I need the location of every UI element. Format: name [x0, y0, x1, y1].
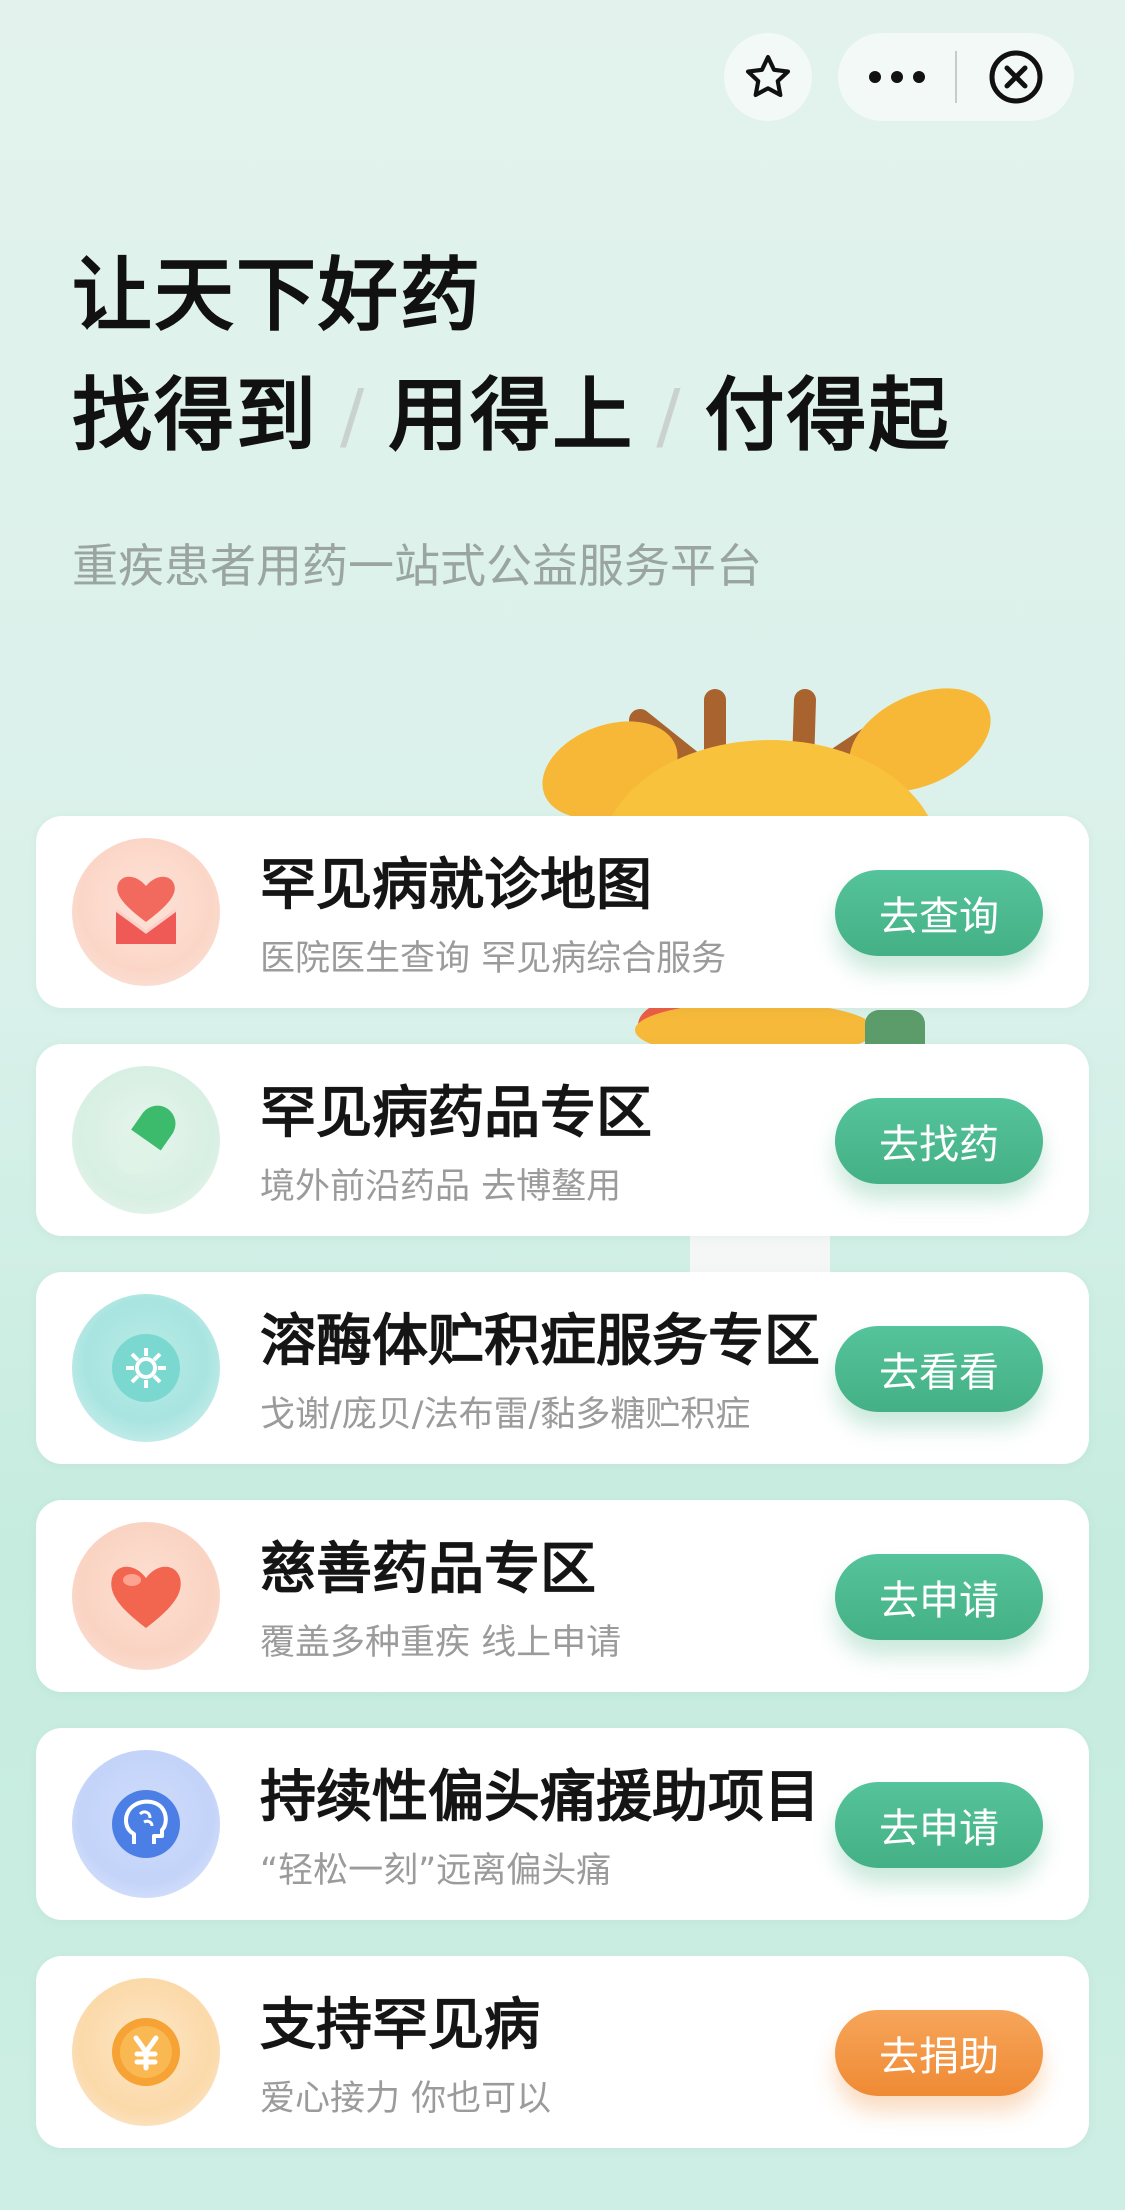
- deer-mascot-illustration: [542, 688, 991, 1355]
- service-desc: 覆盖多种重疾 线上申请: [260, 1623, 622, 1663]
- badge-charity-drugs: [72, 1522, 220, 1670]
- service-card-lysosomal[interactable]: 溶酶体贮积症服务专区 戈谢/庞贝/法布雷/黏多糖贮积症 去看看: [36, 1272, 1089, 1464]
- apply-charity-button[interactable]: 去申请: [835, 1554, 1043, 1640]
- badge-rare-disease-map: [72, 838, 220, 986]
- badge-migraine: [72, 1750, 220, 1898]
- cell-gear-icon: [112, 1334, 180, 1402]
- donate-button[interactable]: 去捐助: [835, 2010, 1043, 2096]
- page-subtitle: 重疾患者用药一站式公益服务平台: [72, 539, 762, 593]
- heart-icon: [111, 1566, 181, 1628]
- brain-head-icon: [112, 1790, 180, 1858]
- service-desc: 戈谢/庞贝/法布雷/黏多糖贮积症: [260, 1395, 751, 1435]
- headline-line1: 让天下好药: [72, 249, 482, 342]
- yen-coin-icon: [112, 2018, 180, 2086]
- badge-lysosomal: [72, 1294, 220, 1442]
- headline-line2: 找得到 / 用得上 / 付得起: [72, 366, 951, 466]
- headline-part-find: 找得到: [72, 369, 318, 462]
- service-card-rare-drugs[interactable]: 罕见病药品专区 境外前沿药品 去博鳌用 去找药: [36, 1044, 1089, 1236]
- query-button[interactable]: 去查询: [835, 870, 1043, 956]
- heart-envelope-icon: [115, 876, 177, 944]
- service-title: 溶酶体贮积症服务专区: [260, 1309, 820, 1374]
- service-desc: 境外前沿药品 去博鳌用: [260, 1167, 622, 1207]
- favorite-button[interactable]: [724, 33, 812, 121]
- close-circle-icon: [989, 50, 1042, 104]
- service-title: 罕见病药品专区: [260, 1081, 652, 1146]
- service-card-support[interactable]: 支持罕见病 爱心接力 你也可以 去捐助: [36, 1956, 1089, 2148]
- headline-part-afford: 付得起: [704, 369, 951, 462]
- capsule-pill-icon: [116, 1105, 176, 1175]
- service-title: 慈善药品专区: [260, 1537, 596, 1602]
- service-title: 罕见病就诊地图: [260, 853, 652, 918]
- service-desc: 爱心接力 你也可以: [260, 2079, 552, 2119]
- badge-support: [72, 1978, 220, 2126]
- service-card-migraine[interactable]: 持续性偏头痛援助项目 “轻松一刻”远离偏头痛 去申请: [36, 1728, 1089, 1920]
- star-icon: [746, 55, 790, 98]
- close-button[interactable]: [957, 33, 1074, 121]
- service-title: 持续性偏头痛援助项目: [260, 1765, 820, 1830]
- more-dots-icon: [868, 71, 925, 83]
- service-desc: “轻松一刻”远离偏头痛: [260, 1851, 612, 1891]
- headline-slash: /: [656, 374, 683, 458]
- service-card-charity-drugs[interactable]: 慈善药品专区 覆盖多种重疾 线上申请 去申请: [36, 1500, 1089, 1692]
- view-button[interactable]: 去看看: [835, 1326, 1043, 1412]
- headline-part-use: 用得上: [388, 369, 635, 462]
- badge-rare-drugs: [72, 1066, 220, 1214]
- miniprogram-capsule: [838, 33, 1074, 121]
- service-desc: 医院医生查询 罕见病综合服务: [260, 939, 727, 979]
- find-drug-button[interactable]: 去找药: [835, 1098, 1043, 1184]
- service-card-rare-disease-map[interactable]: 罕见病就诊地图 医院医生查询 罕见病综合服务 去查询: [36, 816, 1089, 1008]
- service-title: 支持罕见病: [260, 1993, 540, 2058]
- headline-slash: /: [340, 374, 367, 458]
- apply-migraine-button[interactable]: 去申请: [835, 1782, 1043, 1868]
- more-button[interactable]: [838, 33, 955, 121]
